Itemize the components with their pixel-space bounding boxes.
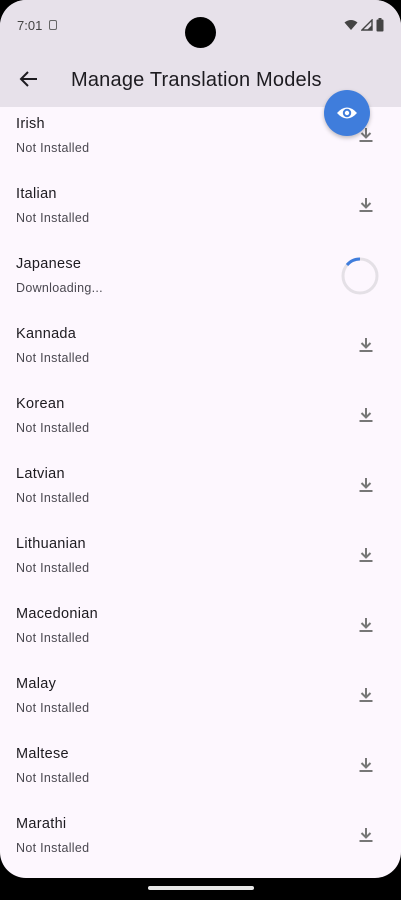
back-button[interactable] xyxy=(11,62,45,96)
language-name: Kannada xyxy=(16,326,76,342)
language-status: Not Installed xyxy=(16,351,89,365)
wifi-icon xyxy=(344,19,358,31)
download-button[interactable] xyxy=(352,191,380,219)
language-name: Marathi xyxy=(16,816,66,832)
download-button[interactable] xyxy=(352,471,380,499)
download-icon xyxy=(358,197,374,213)
list-item[interactable]: Malay Not Installed xyxy=(0,672,401,742)
app-screen: 7:01 Manage Translation Models xyxy=(0,0,401,878)
list-item[interactable]: Maltese Not Installed xyxy=(0,742,401,812)
language-name: Irish xyxy=(16,116,45,132)
status-icons xyxy=(344,16,384,34)
language-name: Lithuanian xyxy=(16,536,86,552)
download-button[interactable] xyxy=(352,821,380,849)
list-item[interactable]: Latvian Not Installed xyxy=(0,462,401,532)
language-status: Not Installed xyxy=(16,701,89,715)
list-item[interactable]: Korean Not Installed xyxy=(0,392,401,462)
language-name: Japanese xyxy=(16,256,81,272)
download-icon xyxy=(358,757,374,773)
list-item[interactable]: Lithuanian Not Installed xyxy=(0,532,401,602)
eye-icon xyxy=(336,105,358,121)
visibility-toggle-button[interactable] xyxy=(324,90,370,136)
language-name: Macedonian xyxy=(16,606,98,622)
download-icon xyxy=(358,827,374,843)
language-status: Not Installed xyxy=(16,631,89,645)
download-button[interactable] xyxy=(352,541,380,569)
camera-cutout xyxy=(185,17,216,48)
download-button[interactable] xyxy=(352,401,380,429)
arrow-back-icon xyxy=(18,70,38,88)
language-status: Not Installed xyxy=(16,141,89,155)
language-status: Downloading... xyxy=(16,281,103,295)
download-icon xyxy=(358,407,374,423)
download-icon xyxy=(358,477,374,493)
gesture-nav-handle[interactable] xyxy=(148,886,254,890)
download-button[interactable] xyxy=(352,751,380,779)
list-item[interactable]: Kannada Not Installed xyxy=(0,322,401,392)
battery-icon xyxy=(376,18,384,32)
language-status: Not Installed xyxy=(16,771,89,785)
download-button[interactable] xyxy=(352,331,380,359)
sim-icon xyxy=(49,20,57,30)
status-bar: 7:01 xyxy=(0,0,401,52)
language-name: Latvian xyxy=(16,466,65,482)
progress-spinner xyxy=(341,257,379,295)
list-item[interactable]: Japanese Downloading... xyxy=(0,252,401,322)
language-status: Not Installed xyxy=(16,211,89,225)
language-status: Not Installed xyxy=(16,421,89,435)
language-status: Not Installed xyxy=(16,491,89,505)
language-name: Italian xyxy=(16,186,57,202)
list-item[interactable]: Italian Not Installed xyxy=(0,182,401,252)
language-name: Malay xyxy=(16,676,56,692)
download-button[interactable] xyxy=(352,611,380,639)
download-icon xyxy=(358,337,374,353)
language-list: Irish Not Installed Italian Not Installe… xyxy=(0,107,401,878)
download-icon xyxy=(358,687,374,703)
page-title: Manage Translation Models xyxy=(71,69,322,92)
download-icon xyxy=(358,617,374,633)
list-item[interactable]: Macedonian Not Installed xyxy=(0,602,401,672)
list-item[interactable]: Marathi Not Installed xyxy=(0,812,401,878)
signal-icon xyxy=(361,19,373,31)
language-name: Korean xyxy=(16,396,65,412)
status-time: 7:01 xyxy=(17,18,42,33)
language-status: Not Installed xyxy=(16,841,89,855)
download-icon xyxy=(358,547,374,563)
language-status: Not Installed xyxy=(16,561,89,575)
language-name: Maltese xyxy=(16,746,69,762)
download-button[interactable] xyxy=(352,681,380,709)
